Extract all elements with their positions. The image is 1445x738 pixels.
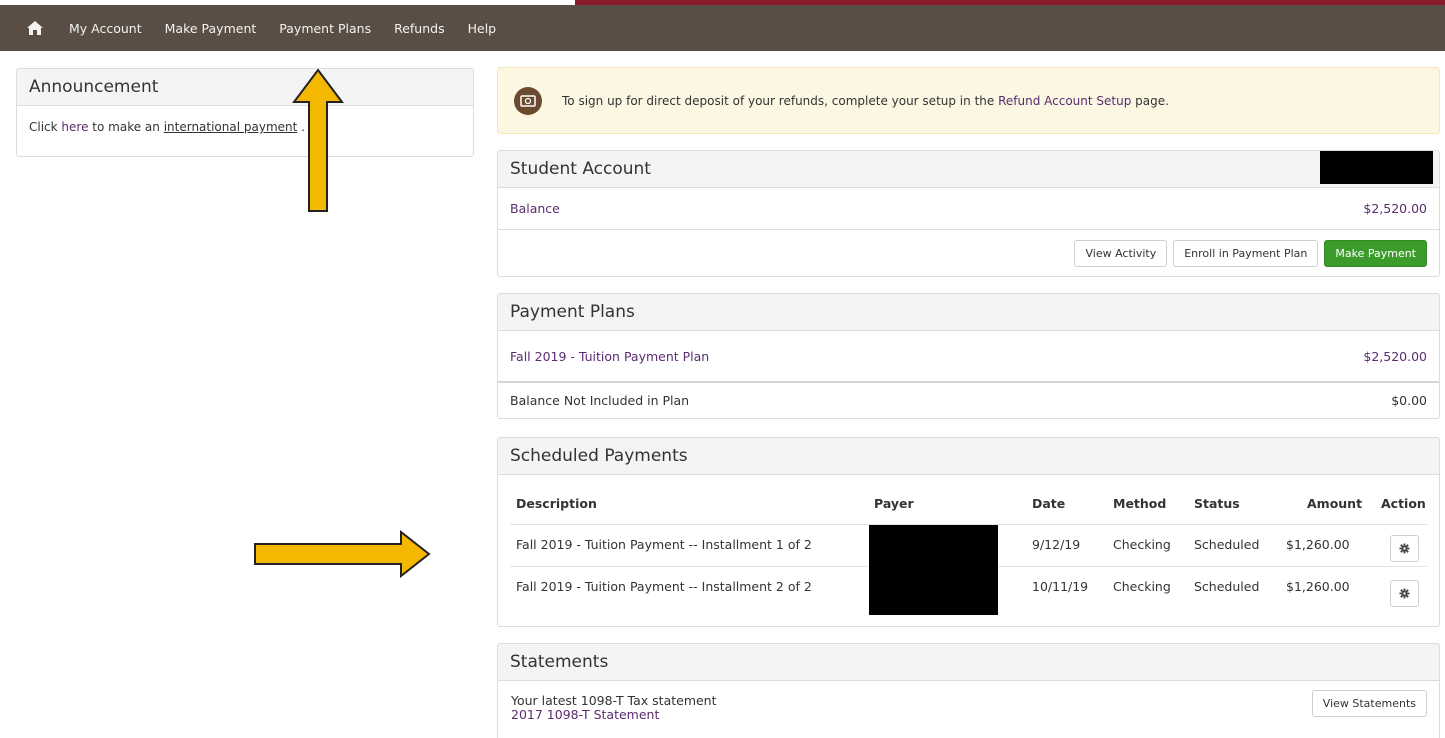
latest-statement-label: Your latest 1098-T Tax statement (511, 693, 717, 708)
nav-refunds[interactable]: Refunds (394, 21, 445, 36)
col-payer: Payer (874, 496, 914, 511)
row-status: Scheduled (1194, 579, 1260, 594)
announcement-body: Click here to make an international paym… (17, 106, 473, 148)
statements-panel: Statements Your latest 1098-T Tax statem… (497, 643, 1440, 738)
view-activity-button[interactable]: View Activity (1074, 239, 1168, 267)
student-account-actions: View Activity Enroll in Payment Plan Mak… (498, 230, 1439, 276)
not-included-row: Balance Not Included in Plan $0.00 (498, 383, 1439, 417)
plan-name-link[interactable]: Fall 2019 - Tuition Payment Plan (510, 349, 709, 364)
payment-plans-panel: Payment Plans Fall 2019 - Tuition Paymen… (497, 293, 1440, 419)
enroll-payment-plan-button[interactable]: Enroll in Payment Plan (1173, 239, 1319, 267)
redacted-payer (869, 525, 998, 615)
gear-icon (1399, 588, 1410, 599)
statements-info: Your latest 1098-T Tax statement 2017 10… (511, 694, 717, 722)
top-navbar: My Account Make Payment Payment Plans Re… (0, 5, 1445, 51)
col-action: Action (1381, 496, 1426, 511)
row-description: Fall 2019 - Tuition Payment -- Installme… (516, 537, 812, 552)
col-status: Status (1194, 496, 1240, 511)
nav-help[interactable]: Help (468, 21, 497, 36)
row-date: 9/12/19 (1032, 537, 1081, 552)
row-action-button[interactable] (1390, 580, 1419, 607)
row-date: 10/11/19 (1032, 579, 1089, 594)
gear-icon (1399, 543, 1410, 554)
statements-title: Statements (498, 644, 1439, 681)
refund-alert-text: To sign up for direct deposit of your re… (562, 94, 1169, 108)
payment-plans-title: Payment Plans (498, 294, 1439, 331)
refund-alert: To sign up for direct deposit of your re… (497, 67, 1440, 134)
announcement-panel: Announcement Click here to make an inter… (16, 68, 474, 157)
international-payment-link[interactable]: international payment (164, 120, 298, 134)
refund-alert-text-pre: To sign up for direct deposit of your re… (562, 93, 999, 108)
row-amount: $1,260.00 (1286, 537, 1350, 552)
announcement-title: Announcement (17, 69, 473, 106)
student-account-panel: Student Account Balance $2,520.00 View A… (497, 150, 1440, 277)
col-method: Method (1113, 496, 1167, 511)
home-icon[interactable] (26, 18, 46, 38)
balance-value: $2,520.00 (1363, 201, 1427, 216)
row-amount: $1,260.00 (1286, 579, 1350, 594)
scheduled-payments-panel: Scheduled Payments Description Payer Dat… (497, 437, 1440, 627)
scheduled-payments-title: Scheduled Payments (498, 438, 1439, 475)
view-statements-button[interactable]: View Statements (1311, 690, 1427, 717)
redacted-student-id (1320, 151, 1433, 184)
refund-account-setup-link[interactable]: Refund Account Setup (998, 94, 1131, 108)
row-method: Checking (1113, 579, 1171, 594)
row-description: Fall 2019 - Tuition Payment -- Installme… (516, 579, 812, 594)
not-included-label: Balance Not Included in Plan (510, 392, 690, 408)
col-description: Description (516, 496, 597, 511)
row-method: Checking (1113, 537, 1171, 552)
nav-make-payment[interactable]: Make Payment (165, 21, 257, 36)
col-amount: Amount (1307, 496, 1363, 511)
make-payment-button[interactable]: Make Payment (1324, 239, 1427, 267)
row-status: Scheduled (1194, 537, 1260, 552)
col-date: Date (1032, 496, 1066, 511)
announcement-text-mid: to make an (88, 120, 164, 134)
not-included-amount: $0.00 (1391, 392, 1427, 408)
row-action-button[interactable] (1390, 535, 1419, 562)
student-account-title: Student Account (498, 151, 1439, 188)
nav-my-account[interactable]: My Account (69, 21, 142, 36)
money-icon (514, 86, 542, 115)
refund-alert-text-post: page. (1131, 93, 1169, 108)
up-arrow-annotation (292, 68, 344, 212)
nav-payment-plans[interactable]: Payment Plans (279, 21, 371, 36)
balance-link[interactable]: Balance (510, 201, 560, 216)
plan-amount: $2,520.00 (1363, 348, 1427, 364)
balance-row: Balance $2,520.00 (498, 188, 1439, 230)
right-arrow-annotation (254, 530, 431, 578)
here-link[interactable]: here (61, 120, 88, 134)
statement-link[interactable]: 2017 1098-T Statement (511, 708, 717, 722)
plan-row: Fall 2019 - Tuition Payment Plan $2,520.… (498, 331, 1439, 383)
announcement-text-pre: Click (29, 120, 62, 134)
